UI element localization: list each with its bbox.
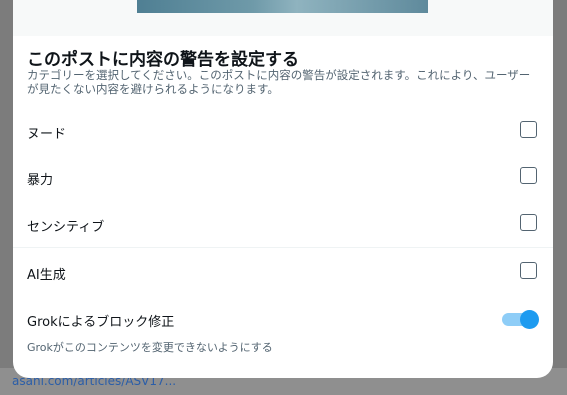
dialog-title: このポストに内容の警告を設定する [27, 50, 299, 70]
grok-block-label: Grokによるブロック修正 [27, 315, 175, 330]
media-preview-image [137, 0, 428, 13]
option-label: 暴力 [27, 173, 54, 188]
ai-generated-checkbox[interactable] [520, 262, 537, 279]
section-divider [13, 247, 553, 248]
option-nudity[interactable]: ヌード [13, 108, 553, 154]
option-label: ヌード [27, 127, 67, 142]
option-sensitive[interactable]: センシティブ [13, 201, 553, 247]
violence-checkbox[interactable] [520, 167, 537, 184]
grok-block-description: Grokがこのコンテンツを変更できないようにする [27, 341, 273, 354]
toggle-knob [520, 310, 539, 329]
media-preview-area [13, 0, 553, 36]
option-label: センシティブ [27, 220, 105, 235]
option-ai-generated[interactable]: AI生成 [13, 249, 553, 295]
nudity-checkbox[interactable] [520, 121, 537, 138]
content-warning-dialog: このポストに内容の警告を設定する カテゴリーを選択してください。このポストに内容… [13, 0, 553, 378]
grok-block-toggle[interactable] [502, 309, 539, 329]
option-label: AI生成 [27, 268, 66, 283]
dialog-description: カテゴリーを選択してください。このポストに内容の警告が設定されます。これにより、… [27, 68, 531, 96]
option-violence[interactable]: 暴力 [13, 154, 553, 200]
sensitive-checkbox[interactable] [520, 214, 537, 231]
